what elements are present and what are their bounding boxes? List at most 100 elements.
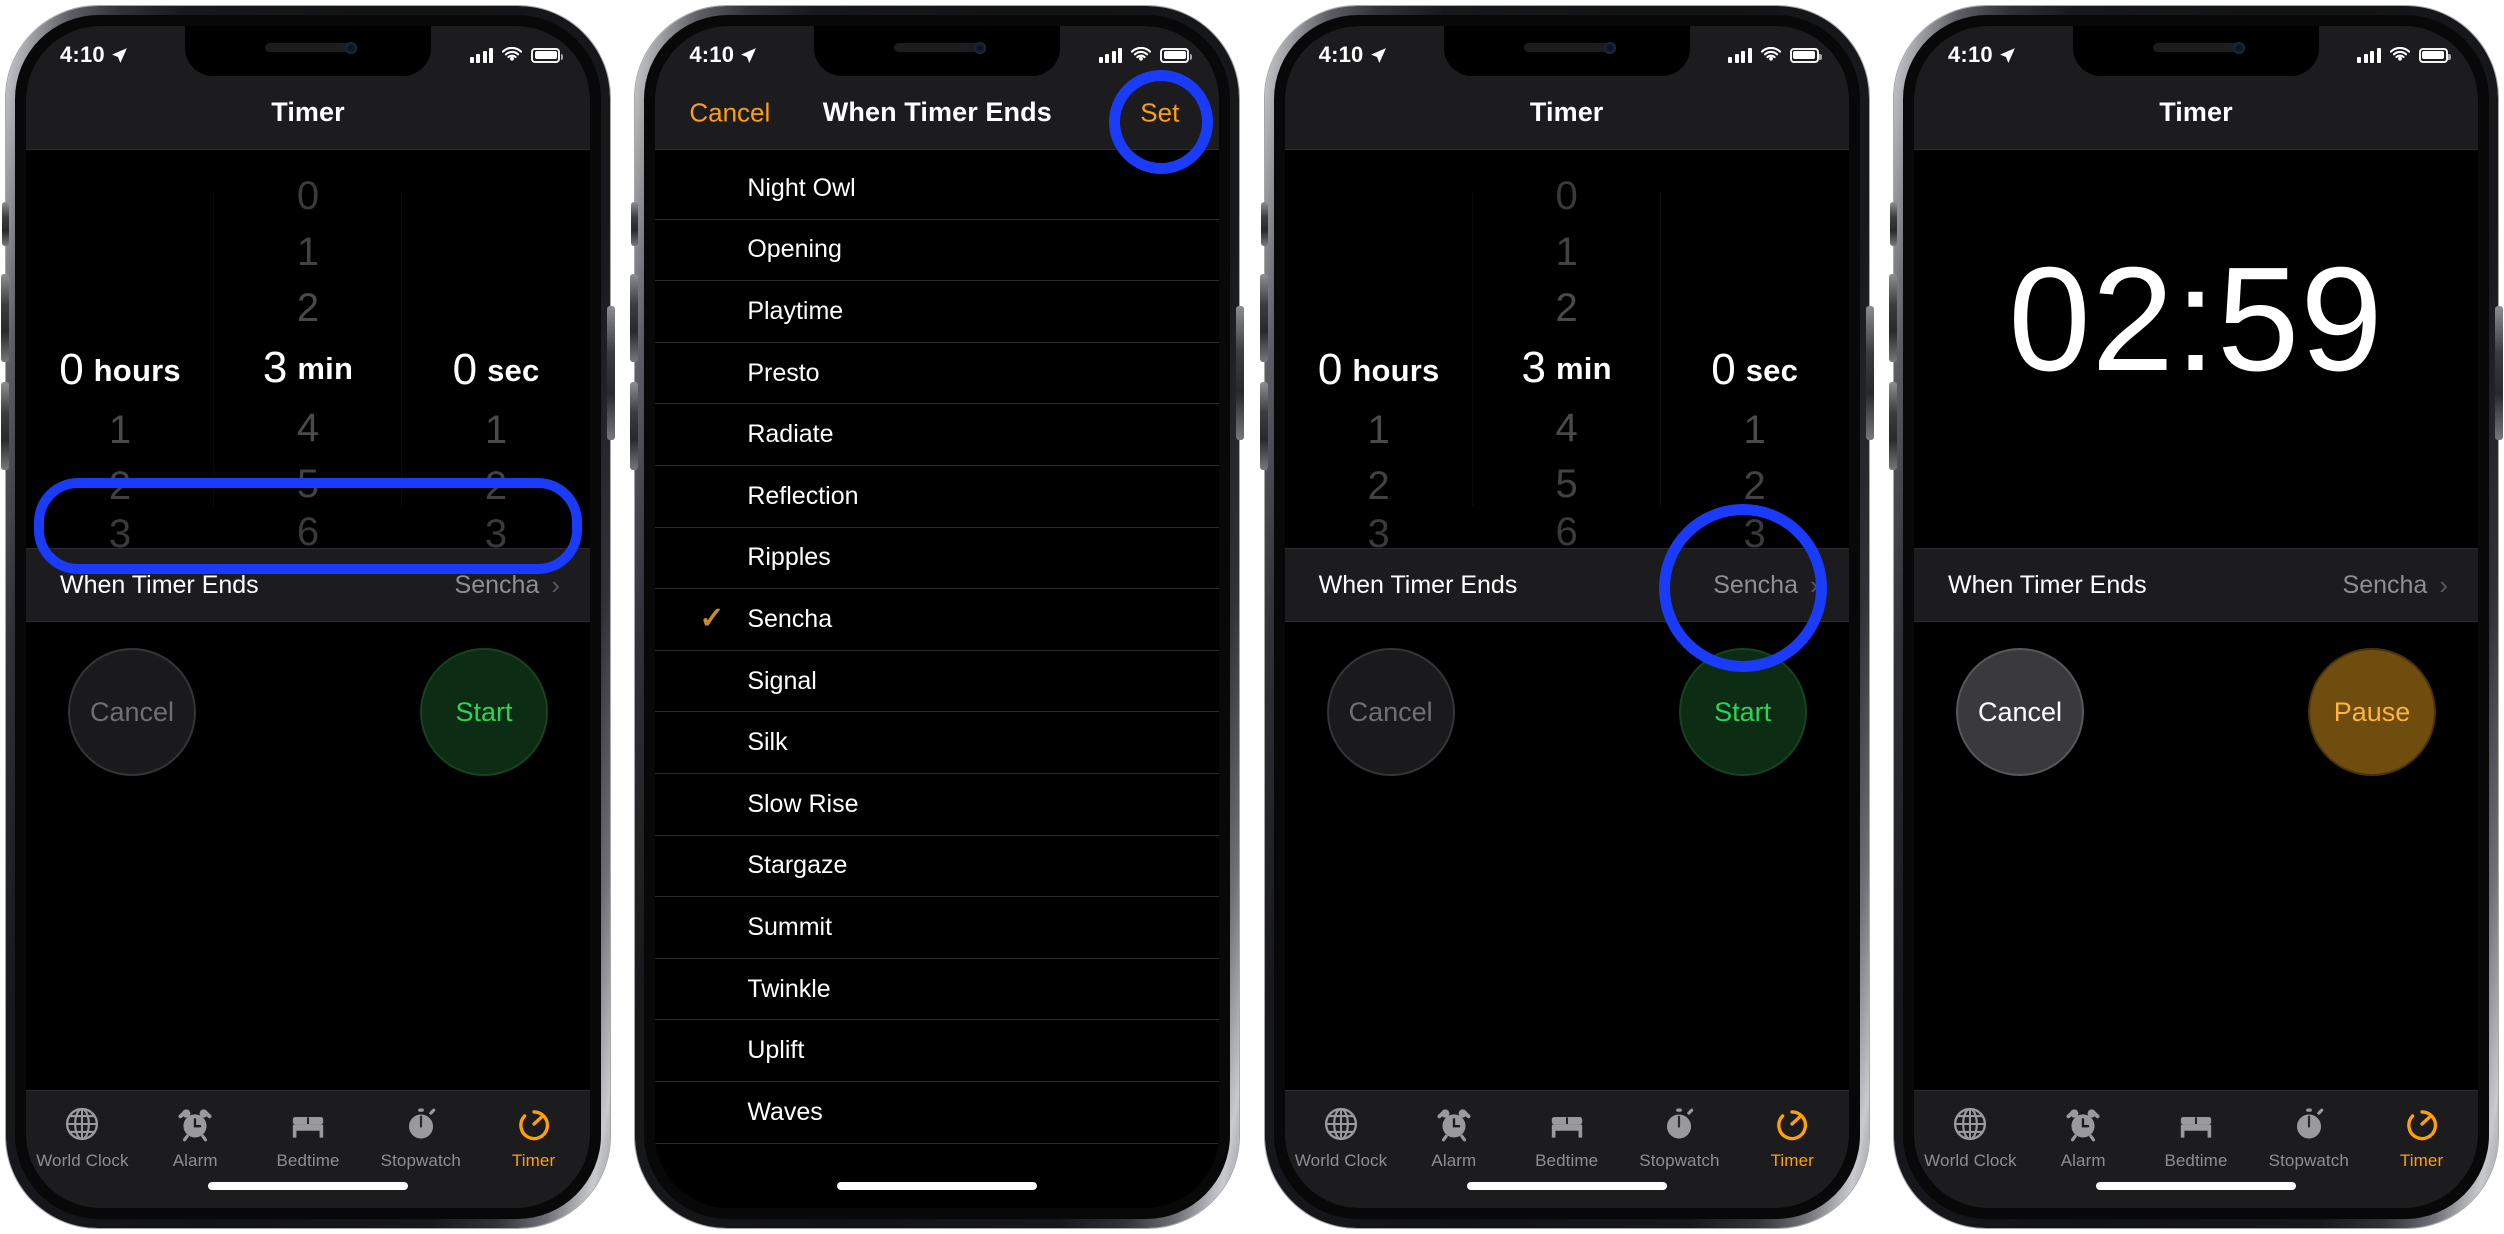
sound-name: Presto [747, 358, 820, 387]
minutes-wheel[interactable]: 0 1 2 3 min 4 5 6 [1473, 168, 1661, 546]
mute-switch[interactable] [631, 202, 639, 246]
duration-picker[interactable]: 0 hours 1 2 3 0 1 2 3 min 4 5 6 0 sec 1 … [1285, 150, 1849, 549]
sound-name: Ripples [747, 543, 831, 572]
home-indicator[interactable] [2095, 1182, 2296, 1190]
volume-down-button[interactable] [1, 382, 9, 470]
volume-down-button[interactable] [1888, 382, 1897, 470]
seconds-below-0: 1 [1743, 408, 1766, 452]
tab-bedtime[interactable]: Bedtime [252, 1103, 365, 1171]
sound-list[interactable]: Night Owl Opening Playtime Presto Radiate Ref… [655, 150, 1220, 1208]
timer-actions: Cancel Start [1285, 648, 1849, 776]
list-item[interactable]: Signal [655, 651, 1220, 713]
when-timer-ends-row[interactable]: When Timer Ends Sencha › [1913, 548, 2478, 622]
list-item[interactable]: Radiate [655, 404, 1220, 466]
list-item[interactable]: Waves [655, 1082, 1220, 1144]
list-item[interactable]: Opening [655, 220, 1220, 282]
start-button[interactable]: Start [1678, 648, 1807, 776]
volume-up-button[interactable] [1, 274, 9, 362]
cancel-button[interactable]: Cancel [1955, 648, 2084, 776]
tab-label: Alarm [1431, 1151, 1477, 1170]
tab-label: Timer [1770, 1151, 1814, 1170]
minutes-below-0: 4 [1555, 406, 1578, 450]
seconds-selected: 0 sec [452, 345, 540, 394]
wifi-icon [1131, 47, 1152, 61]
when-timer-ends-value: Sencha [454, 570, 540, 599]
volume-up-button[interactable] [630, 274, 639, 362]
minutes-selected: 3 min [1521, 343, 1612, 392]
tab-bedtime[interactable]: Bedtime [2140, 1103, 2253, 1171]
start-button[interactable]: Start [420, 648, 548, 776]
list-item[interactable]: Night Owl [655, 158, 1220, 220]
volume-down-button[interactable] [630, 382, 639, 470]
power-button[interactable] [1236, 306, 1245, 440]
location-arrow-icon [1999, 47, 2015, 63]
when-timer-ends-row[interactable]: When Timer Ends Sencha › [1284, 548, 1849, 622]
tab-alarm[interactable]: Alarm [2027, 1103, 2140, 1171]
tab-timer[interactable]: Timer [477, 1103, 590, 1171]
minutes-wheel[interactable]: 0 1 2 3 min 4 5 6 [214, 168, 402, 546]
status-bar-left: 4:10 [60, 34, 128, 68]
notch [2072, 26, 2319, 76]
tab-timer[interactable]: Timer [2365, 1103, 2478, 1171]
tab-world-clock[interactable]: World Clock [1914, 1103, 2027, 1171]
front-camera-icon [2232, 42, 2245, 54]
nav-bar: Timer [1284, 76, 1849, 150]
tab-alarm[interactable]: Alarm [139, 1103, 252, 1171]
list-item[interactable]: Reflection [655, 466, 1220, 528]
seconds-wheel[interactable]: 0 sec 1 2 3 [1661, 168, 1849, 549]
alarm-clock-icon [174, 1103, 216, 1145]
list-item[interactable]: Playtime [655, 281, 1220, 343]
mute-switch[interactable] [1889, 202, 1897, 246]
tab-label: Stopwatch [2268, 1151, 2349, 1170]
notch [814, 26, 1061, 76]
cancel-button[interactable]: Cancel [1326, 648, 1455, 776]
globe-icon [61, 1103, 103, 1145]
tab-stopwatch[interactable]: Stopwatch [1623, 1103, 1736, 1171]
set-nav-button[interactable]: Set [1140, 97, 1179, 128]
list-item[interactable]: Ripples [655, 528, 1220, 590]
power-button[interactable] [2494, 306, 2503, 440]
list-item[interactable]: Stargaze [655, 836, 1220, 898]
hours-wheel[interactable]: 0 hours 1 2 3 [1285, 168, 1473, 548]
pause-button[interactable]: Pause [2307, 648, 2436, 776]
power-button[interactable] [607, 306, 615, 440]
seconds-selected: 0 sec [1711, 345, 1799, 394]
tab-timer[interactable]: Timer [1736, 1103, 1849, 1171]
volume-up-button[interactable] [1888, 274, 1897, 362]
tab-stopwatch[interactable]: Stopwatch [364, 1103, 477, 1171]
tab-stopwatch[interactable]: Stopwatch [2252, 1103, 2365, 1171]
list-item[interactable]: ✓ Sencha [655, 589, 1220, 651]
list-item[interactable]: Presto [655, 343, 1220, 405]
list-item[interactable]: Silk [655, 712, 1220, 774]
tab-alarm[interactable]: Alarm [1397, 1103, 1510, 1171]
power-button[interactable] [1865, 306, 1874, 440]
mute-switch[interactable] [2, 202, 9, 246]
home-indicator[interactable] [208, 1182, 408, 1190]
sound-list-body: Night Owl Opening Playtime Presto Radiate Ref… [655, 150, 1220, 1208]
hours-wheel[interactable]: 0 hours 1 2 3 [26, 168, 214, 548]
list-item[interactable]: Slow Rise [655, 774, 1220, 836]
mute-switch[interactable] [1260, 202, 1268, 246]
tab-label: Bedtime [276, 1151, 340, 1170]
when-timer-ends-row[interactable]: When Timer Ends Sencha › [26, 548, 590, 622]
volume-down-button[interactable] [1259, 382, 1268, 470]
duration-picker[interactable]: 0 hours 1 2 3 0 1 2 3 min 4 5 6 0 sec 1 … [26, 150, 590, 549]
seconds-wheel[interactable]: 0 sec 1 2 3 [402, 168, 590, 549]
list-item[interactable]: Twinkle [655, 959, 1220, 1021]
cellular-bars-icon [1728, 47, 1752, 63]
list-item[interactable]: Uplift [655, 1020, 1220, 1082]
cancel-button[interactable]: Cancel [68, 648, 196, 776]
home-indicator[interactable] [837, 1182, 1038, 1190]
cancel-nav-button[interactable]: Cancel [689, 97, 770, 128]
tab-world-clock[interactable]: World Clock [26, 1103, 139, 1171]
phone-1: 4:10 Timer 0 hours 1 2 3 0 1 2 3 min 4 5… [1, 6, 615, 1228]
sound-picker-screen: 4:10 Cancel When Timer Ends Set Night Ow… [655, 26, 1220, 1208]
list-item[interactable]: Summit [655, 897, 1220, 959]
globe-icon [1320, 1103, 1362, 1145]
bed-icon [1546, 1103, 1588, 1145]
home-indicator[interactable] [1466, 1182, 1667, 1190]
tab-world-clock[interactable]: World Clock [1285, 1103, 1398, 1171]
status-bar-right [1728, 39, 1822, 63]
tab-bedtime[interactable]: Bedtime [1510, 1103, 1623, 1171]
volume-up-button[interactable] [1259, 274, 1268, 362]
